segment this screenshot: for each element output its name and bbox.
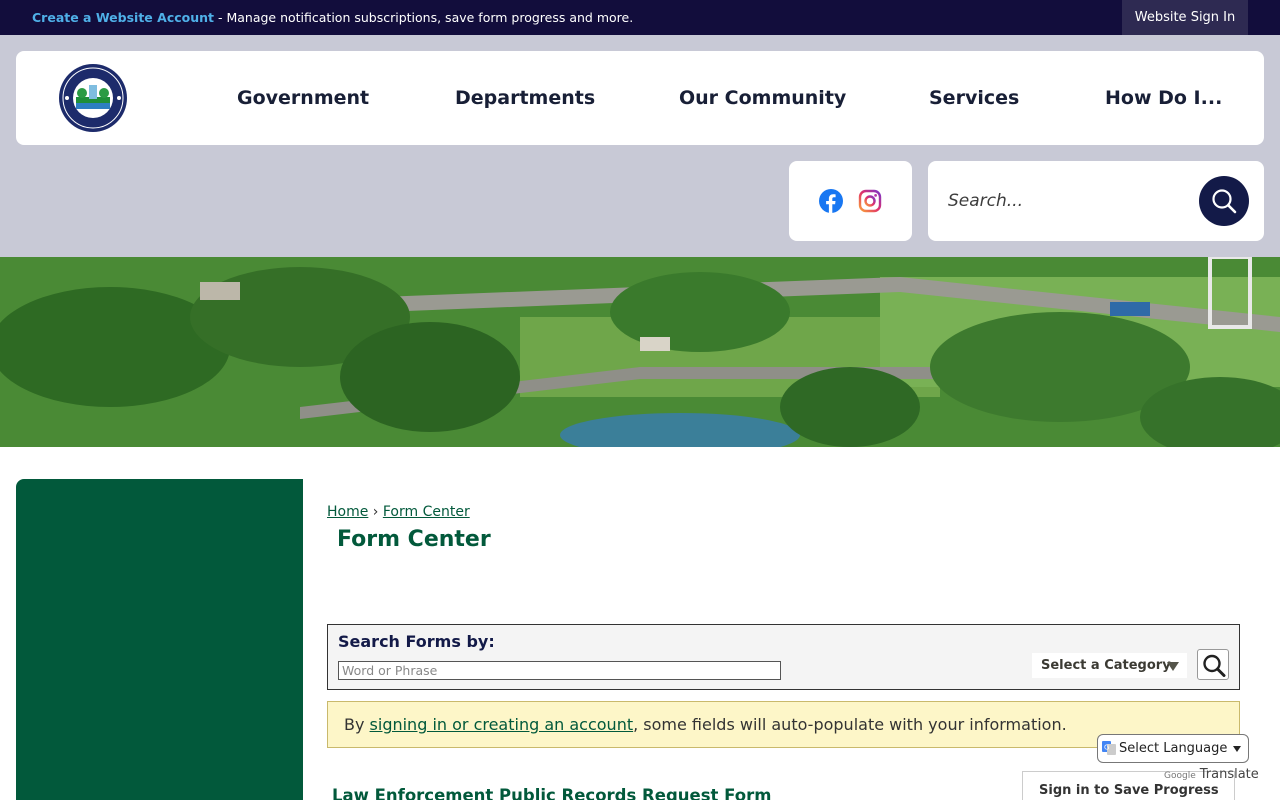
main-nav-card: Government Departments Our Community Ser… <box>16 51 1264 145</box>
city-seal-logo[interactable] <box>58 63 128 133</box>
form-search-button[interactable] <box>1197 649 1229 680</box>
page-title: Form Center <box>337 527 491 552</box>
language-select[interactable]: G Select Language <box>1097 734 1249 763</box>
dropdown-arrow-icon <box>1167 662 1179 671</box>
website-sign-in-button[interactable]: Website Sign In <box>1122 0 1248 35</box>
sign-in-or-create-link[interactable]: signing in or creating an account <box>370 715 634 734</box>
create-account-link[interactable]: Create a Website Account <box>32 10 214 25</box>
language-select-label: Select Language <box>1119 741 1228 756</box>
nav-government[interactable]: Government <box>237 87 369 109</box>
aerial-banner-image <box>0 257 1280 447</box>
top-utility-bar: Create a Website Account - Manage notifi… <box>0 0 1280 35</box>
instagram-icon[interactable] <box>858 189 882 213</box>
notice-suffix: , some fields will auto-populate with yo… <box>633 715 1067 734</box>
social-links <box>789 161 912 241</box>
breadcrumb-separator: › <box>372 504 379 520</box>
form-search-panel: Search Forms by: Word or Phrase Select a… <box>327 624 1240 690</box>
form-search-input[interactable]: Word or Phrase <box>338 661 781 680</box>
search-icon <box>1212 189 1237 214</box>
create-account-description: - Manage notification subscriptions, sav… <box>214 10 634 25</box>
google-translate-icon: G <box>1102 741 1116 755</box>
account-message: Create a Website Account - Manage notifi… <box>32 10 633 25</box>
category-select-label: Select a Category <box>1041 658 1171 673</box>
form-search-label: Search Forms by: <box>338 632 495 651</box>
site-search-input[interactable]: Search... <box>948 191 1023 211</box>
powered-by-google-translate[interactable]: Google Translate <box>1164 767 1259 782</box>
sidebar-panel <box>16 479 303 800</box>
dropdown-arrow-icon <box>1233 746 1241 752</box>
breadcrumb: Home › Form Center <box>327 504 470 520</box>
breadcrumb-form-center[interactable]: Form Center <box>383 504 470 520</box>
site-search-button[interactable] <box>1199 176 1249 226</box>
google-wordmark: Google <box>1164 771 1196 781</box>
site-search: Search... <box>928 161 1264 241</box>
nav-departments[interactable]: Departments <box>455 87 595 109</box>
nav-our-community[interactable]: Our Community <box>679 87 846 109</box>
form-link-law-enforcement-records[interactable]: Law Enforcement Public Records Request F… <box>332 786 771 800</box>
facebook-icon[interactable] <box>819 189 843 213</box>
translate-link: Translate <box>1199 767 1259 782</box>
nav-services[interactable]: Services <box>929 87 1019 109</box>
svg-text:G: G <box>1104 744 1109 752</box>
search-icon <box>1203 654 1226 677</box>
notice-prefix: By <box>344 715 370 734</box>
category-select[interactable]: Select a Category <box>1032 653 1187 678</box>
nav-how-do-i[interactable]: How Do I... <box>1105 87 1222 109</box>
breadcrumb-home[interactable]: Home <box>327 504 368 520</box>
